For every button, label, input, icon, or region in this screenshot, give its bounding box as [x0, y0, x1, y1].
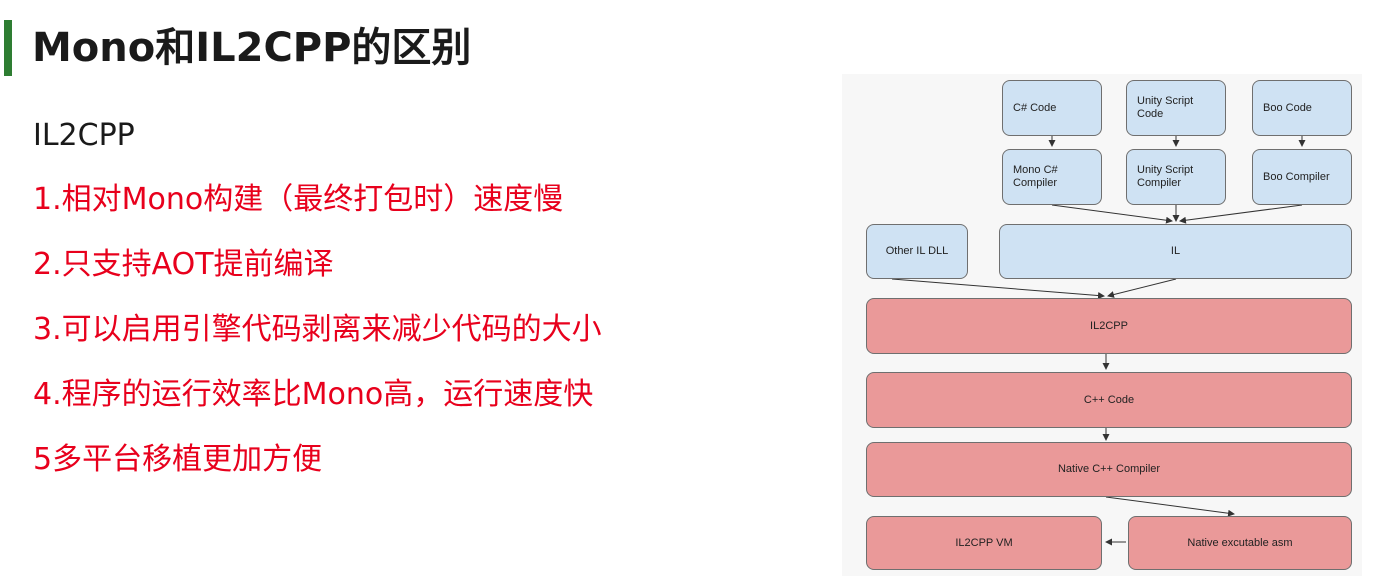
slide-title: Mono和IL2CPP的区别 — [32, 25, 472, 71]
unityscript-code-node: Unity Script Code — [1126, 80, 1226, 136]
il2cpp-vm-node: IL2CPP VM — [866, 516, 1102, 570]
arrow-boo-compiler-to-il — [1179, 204, 1303, 224]
cpp-code-node: C++ Code — [866, 372, 1352, 428]
other-il-dll-node: Other IL DLL — [866, 224, 968, 279]
boo-code-node: Boo Code — [1252, 80, 1352, 136]
mono-csharp-compiler-node: Mono C# Compiler — [1002, 149, 1102, 205]
comparison-points: 1.相对Mono构建（最终打包时）速度慢 2.只支持AOT提前编译 3.可以启用… — [33, 178, 602, 503]
section-subtitle: IL2CPP — [33, 118, 135, 153]
point-item: 4.程序的运行效率比Mono高，运行速度快 — [33, 377, 594, 412]
arrow-native-compiler-to-asm — [1105, 496, 1235, 517]
native-executable-asm-node: Native excutable asm — [1128, 516, 1352, 570]
il-node: IL — [999, 224, 1352, 279]
point-item: 1.相对Mono构建（最终打包时）速度慢 — [33, 182, 564, 217]
unityscript-compiler-node: Unity Script Compiler — [1126, 149, 1226, 205]
title-accent-bar — [4, 20, 12, 76]
point-item: 2.只支持AOT提前编译 — [33, 247, 334, 282]
point-item: 3.可以启用引擎代码剥离来减少代码的大小 — [33, 312, 602, 347]
csharp-code-node: C# Code — [1002, 80, 1102, 136]
il2cpp-node: IL2CPP — [866, 298, 1352, 354]
il2cpp-pipeline-diagram: C# Code Unity Script Code Boo Code Mono … — [842, 74, 1362, 576]
native-cpp-compiler-node: Native C++ Compiler — [866, 442, 1352, 497]
arrow-other-dll-to-il2cpp — [891, 278, 1105, 300]
boo-compiler-node: Boo Compiler — [1252, 149, 1352, 205]
point-item: 5多平台移植更加方便 — [33, 442, 323, 477]
arrow-il-to-il2cpp — [1107, 278, 1177, 298]
arrow-mono-compiler-to-il — [1051, 204, 1173, 224]
